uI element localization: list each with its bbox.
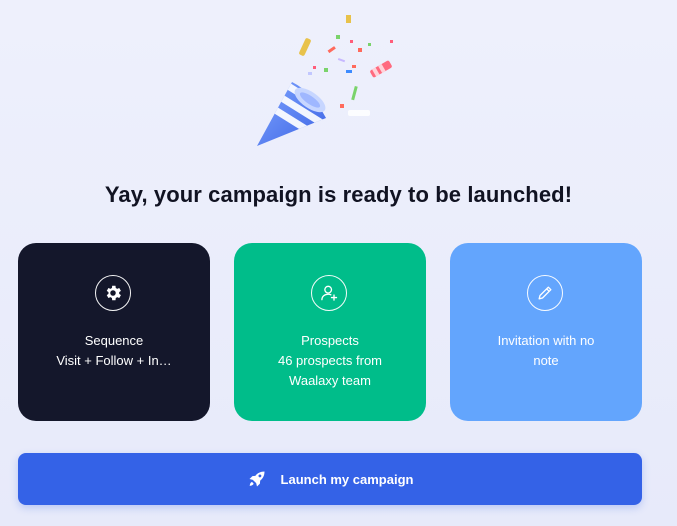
page-title: Yay, your campaign is ready to be launch… bbox=[104, 182, 573, 207]
invitation-card-line1: Invitation with no bbox=[497, 333, 595, 348]
launch-campaign-label: Launch my campaign bbox=[280, 471, 414, 487]
sequence-card-detail: Visit + Follow + In… bbox=[56, 353, 172, 368]
prospects-card[interactable]: Prospects 46 prospects from Waalaxy team bbox=[234, 243, 426, 421]
rocket-icon bbox=[247, 469, 267, 489]
prospects-card-list: Waalaxy team bbox=[289, 373, 371, 388]
prospects-card-title: Prospects bbox=[301, 333, 359, 348]
party-popper-illustration bbox=[240, 10, 420, 160]
invitation-card-line2: note bbox=[533, 353, 559, 368]
pencil-icon bbox=[527, 275, 563, 311]
prospects-card-text: Prospects 46 prospects from Waalaxy team bbox=[242, 331, 418, 391]
sequence-card-title: Sequence bbox=[84, 333, 144, 348]
gear-icon bbox=[95, 275, 131, 311]
invitation-card-text: Invitation with no note bbox=[458, 331, 634, 371]
sequence-card[interactable]: Sequence Visit + Follow + In… bbox=[18, 243, 210, 421]
party-popper-icon bbox=[257, 15, 393, 146]
user-add-icon bbox=[311, 275, 347, 311]
sequence-card-text: Sequence Visit + Follow + In… bbox=[26, 331, 202, 371]
prospects-card-detail: 46 prospects from bbox=[277, 353, 383, 368]
launch-campaign-button[interactable]: Launch my campaign bbox=[18, 453, 642, 505]
invitation-card[interactable]: Invitation with no note bbox=[450, 243, 642, 421]
